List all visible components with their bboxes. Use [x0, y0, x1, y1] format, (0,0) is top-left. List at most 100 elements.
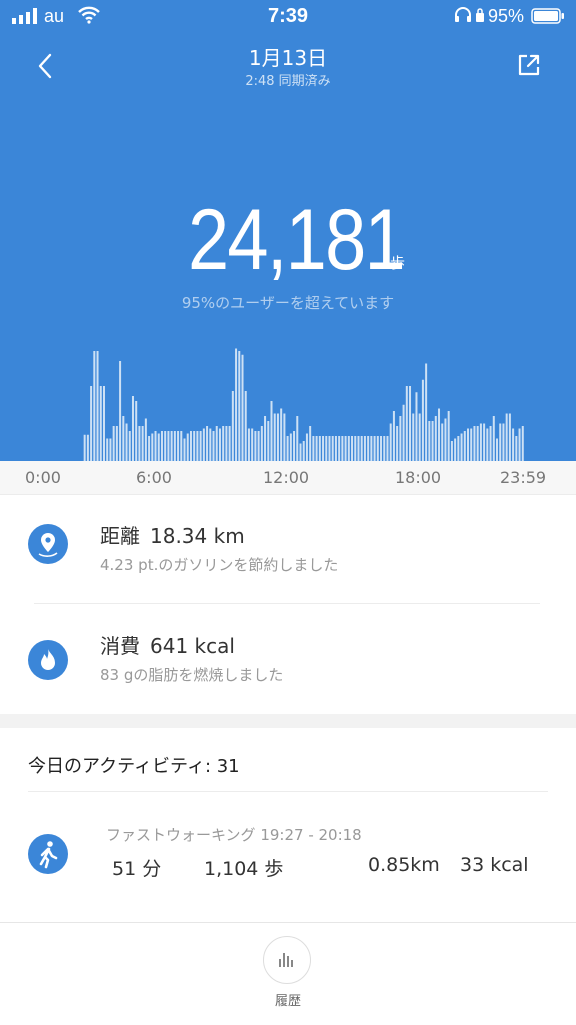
- hourly-steps-chart: [83, 348, 524, 461]
- step-bar: [357, 436, 360, 461]
- step-bar: [286, 436, 289, 461]
- battery-icon: [531, 8, 564, 24]
- distance-row[interactable]: 距離 18.34 km 4.23 pt.のガソリンを節約しました: [0, 494, 576, 604]
- step-bar: [373, 436, 376, 461]
- step-bar: [235, 348, 238, 461]
- step-bar: [99, 386, 102, 461]
- step-bar: [93, 351, 96, 461]
- step-bar: [473, 426, 476, 461]
- step-bar: [463, 431, 466, 461]
- step-bar: [257, 431, 260, 461]
- step-bar: [425, 363, 428, 461]
- step-bar: [405, 386, 408, 461]
- activity-calories: 33 kcal: [460, 854, 529, 876]
- step-bar: [479, 423, 482, 461]
- step-bar: [102, 386, 105, 461]
- step-bar: [141, 426, 144, 461]
- step-bar: [251, 428, 254, 461]
- step-bar: [122, 416, 125, 461]
- step-bar: [492, 416, 495, 461]
- step-bar: [189, 431, 192, 461]
- axis-tick: 12:00: [263, 468, 310, 487]
- activity-duration: 51 分: [112, 858, 162, 880]
- step-bar: [148, 436, 151, 461]
- step-bar: [315, 436, 318, 461]
- step-bar: [376, 436, 379, 461]
- step-bar: [467, 428, 470, 461]
- step-bar: [431, 421, 434, 461]
- share-icon[interactable]: [516, 52, 542, 78]
- activity-distance: 0.85km: [368, 854, 440, 876]
- step-bar: [183, 438, 186, 461]
- step-bar: [312, 436, 315, 461]
- step-bar: [354, 436, 357, 461]
- step-bar: [441, 423, 444, 461]
- step-bar: [447, 411, 450, 461]
- step-bar: [180, 431, 183, 461]
- step-bar: [151, 433, 154, 461]
- step-bar: [476, 426, 479, 461]
- step-bar: [225, 426, 228, 461]
- step-bar: [119, 361, 122, 461]
- step-bar: [160, 431, 163, 461]
- divider: [28, 791, 548, 792]
- step-bar: [280, 408, 283, 461]
- step-bar: [318, 436, 321, 461]
- activity-name: ファストウォーキング 19:27 - 20:18: [106, 826, 362, 844]
- step-bar: [515, 436, 518, 461]
- step-bar: [238, 351, 241, 461]
- step-bar: [499, 423, 502, 461]
- orientation-lock-icon: [476, 8, 484, 22]
- step-bar: [489, 426, 492, 461]
- step-bar: [164, 431, 167, 461]
- step-bar: [212, 431, 215, 461]
- history-label[interactable]: 履歴: [0, 990, 576, 1009]
- step-bar: [331, 436, 334, 461]
- step-bar: [273, 413, 276, 461]
- battery-percent: 95%: [488, 6, 525, 26]
- step-bar: [450, 441, 453, 461]
- step-bar: [276, 413, 279, 461]
- step-bar: [380, 436, 383, 461]
- activity-section-title: 今日のアクティビティ: 31: [28, 756, 240, 777]
- distance-title: 距離 18.34 km: [100, 520, 245, 549]
- step-bar: [421, 379, 424, 461]
- step-bar: [206, 426, 209, 461]
- distance-subtext: 4.23 pt.のガソリンを節約しました: [100, 556, 339, 574]
- step-bar: [170, 431, 173, 461]
- step-bar: [157, 433, 160, 461]
- step-bar: [502, 423, 505, 461]
- step-bar: [90, 386, 93, 461]
- step-bar: [231, 391, 234, 461]
- step-bar: [199, 431, 202, 461]
- activity-steps: 1,104 歩: [204, 858, 284, 880]
- step-bar: [309, 426, 312, 461]
- page-title: 1月13日: [248, 46, 328, 70]
- step-bar: [347, 436, 350, 461]
- step-bar: [508, 413, 511, 461]
- step-bar: [344, 436, 347, 461]
- step-bar: [196, 431, 199, 461]
- step-bar: [389, 423, 392, 461]
- bar-chart-icon: [279, 953, 293, 967]
- step-bar: [167, 431, 170, 461]
- step-count: 24,181: [188, 192, 406, 288]
- step-bar: [86, 434, 89, 461]
- calories-row[interactable]: 消費 641 kcal 83 gの脂肪を燃焼しました: [0, 604, 576, 714]
- distance-value: 18.34 km: [150, 524, 245, 548]
- history-button[interactable]: [263, 936, 311, 984]
- step-bar: [128, 431, 131, 461]
- step-bar: [154, 431, 157, 461]
- step-bar: [173, 431, 176, 461]
- step-bar: [512, 428, 515, 461]
- step-bar: [351, 436, 354, 461]
- calories-subtext: 83 gの脂肪を燃焼しました: [100, 666, 284, 684]
- step-bar: [328, 436, 331, 461]
- step-unit: 歩: [390, 254, 406, 272]
- step-bar: [131, 396, 134, 461]
- step-bar: [360, 436, 363, 461]
- step-bar: [325, 436, 328, 461]
- step-bar: [135, 401, 138, 461]
- axis-tick: 23:59: [500, 468, 547, 487]
- calories-label: 消費: [100, 634, 140, 658]
